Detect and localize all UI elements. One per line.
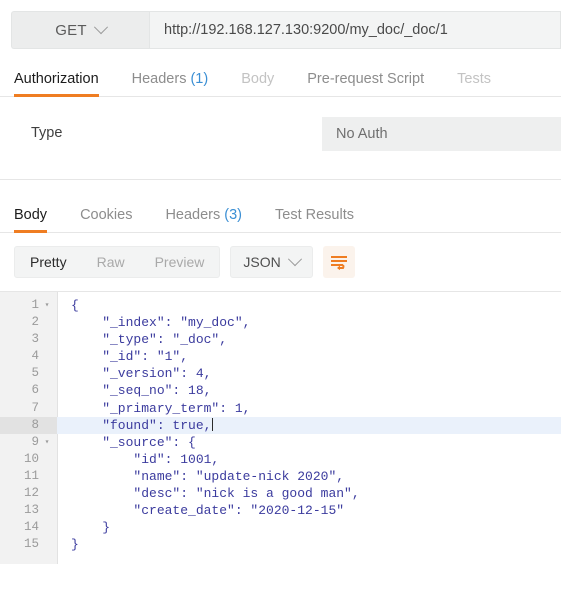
- request-tab-pre-request-script[interactable]: Pre-request Script: [307, 71, 424, 96]
- code-line: 15}: [0, 536, 561, 553]
- code-line: 3 "_type": "_doc",: [0, 331, 561, 348]
- request-tab-headers[interactable]: Headers (1): [132, 71, 209, 96]
- code-line-text: "_id": "1",: [71, 349, 189, 365]
- code-line: 6 "_seq_no": 18,: [0, 382, 561, 399]
- view-mode-preview[interactable]: Preview: [140, 247, 220, 277]
- word-wrap-toggle-button[interactable]: [322, 246, 355, 278]
- code-line: 14 }: [0, 519, 561, 536]
- line-number: 11: [23, 468, 39, 483]
- line-number: 6: [31, 383, 39, 398]
- code-line-text: "_index": "my_doc",: [71, 315, 251, 331]
- code-line: 12 "desc": "nick is a good man",: [0, 485, 561, 502]
- code-line-text: "_primary_term": 1,: [71, 400, 251, 416]
- line-number: 3: [31, 332, 39, 347]
- line-number: 2: [31, 315, 39, 330]
- code-line-text: }: [71, 537, 79, 553]
- code-line: 5 "_version": 4,: [0, 365, 561, 382]
- chevron-down-icon: [287, 252, 302, 267]
- text-cursor: [212, 417, 214, 431]
- tab-count-badge: (1): [186, 71, 209, 87]
- request-tab-body[interactable]: Body: [241, 71, 274, 96]
- code-line-text: "id": 1001,: [71, 451, 220, 467]
- tab-label: Body: [14, 207, 48, 223]
- code-line-text: "found": true,: [71, 417, 214, 433]
- tab-label: Authorization: [14, 71, 99, 87]
- fold-toggle-icon[interactable]: ▾: [42, 434, 52, 451]
- line-number: 1 ▾: [0, 297, 57, 314]
- code-line: 8 "found": true,: [0, 416, 561, 434]
- auth-type-value: No Auth: [336, 126, 388, 142]
- response-tab-cookies[interactable]: Cookies: [80, 207, 132, 232]
- tab-label: Headers: [131, 71, 187, 87]
- line-number: 7: [31, 400, 39, 415]
- word-wrap-icon: [330, 255, 347, 270]
- auth-type-dropdown[interactable]: No Auth: [322, 117, 561, 151]
- response-format-label: JSON: [243, 254, 281, 270]
- tab-label: Tests: [457, 71, 491, 87]
- view-mode-pretty[interactable]: Pretty: [15, 247, 82, 277]
- request-url-bar: GET http://192.168.127.130:9200/my_doc/_…: [0, 0, 561, 60]
- code-line-text: "_type": "_doc",: [71, 332, 228, 348]
- line-number: 10: [23, 451, 39, 466]
- code-lines: 1 ▾{2 "_index": "my_doc", 3 "_type": "_doc…: [0, 292, 561, 553]
- tab-label: Body: [241, 71, 275, 87]
- request-tab-authorization[interactable]: Authorization: [14, 71, 99, 97]
- response-toolbar: Pretty Raw Preview JSON: [0, 233, 561, 291]
- code-line-text: }: [71, 520, 111, 536]
- code-line-text: "create_date": "2020-12-15": [71, 503, 345, 519]
- response-tab-bar: Body Cookies Headers (3) Test Results: [0, 195, 561, 233]
- line-number: 14: [23, 520, 39, 535]
- code-line-text: "name": "update-nick 2020",: [71, 468, 345, 484]
- request-url-input[interactable]: http://192.168.127.130:9200/my_doc/_doc/…: [149, 11, 561, 49]
- line-number: 15: [23, 537, 39, 552]
- response-tab-test-results[interactable]: Test Results: [275, 207, 354, 232]
- authorization-panel: Type No Auth: [0, 97, 561, 180]
- code-line: 2 "_index": "my_doc",: [0, 314, 561, 331]
- http-method-label: GET: [55, 21, 87, 39]
- response-format-dropdown[interactable]: JSON: [230, 246, 313, 278]
- response-tab-body[interactable]: Body: [14, 207, 48, 233]
- line-number: 12: [23, 486, 39, 501]
- code-line: 4 "_id": "1",: [0, 348, 561, 365]
- code-line: 7 "_primary_term": 1,: [0, 400, 561, 417]
- line-number: 13: [23, 503, 39, 518]
- code-line-text: "_version": 4,: [71, 366, 212, 382]
- code-line: 13 "create_date": "2020-12-15": [0, 502, 561, 519]
- code-line: 10 "id": 1001,: [0, 451, 561, 468]
- http-method-dropdown[interactable]: GET: [11, 11, 149, 49]
- request-tab-tests[interactable]: Tests: [457, 71, 491, 96]
- code-line-text: "_source": {: [71, 434, 196, 450]
- fold-toggle-icon[interactable]: ▾: [42, 297, 52, 314]
- code-line: 1 ▾ {: [0, 297, 561, 314]
- code-line-text: "desc": "nick is a good man",: [71, 486, 360, 502]
- response-tab-headers[interactable]: Headers (3): [165, 207, 242, 232]
- auth-type-label: Type: [31, 125, 63, 141]
- response-view-mode-group: Pretty Raw Preview: [14, 246, 221, 278]
- tab-label: Headers: [165, 207, 221, 223]
- response-body-code-viewer[interactable]: 1 ▾{2 "_index": "my_doc", 3 "_type": "_doc…: [0, 291, 561, 564]
- chevron-down-icon: [93, 20, 108, 35]
- code-line: 9 ▾ "_source": {: [0, 434, 561, 451]
- line-number: 4: [31, 349, 39, 364]
- view-mode-raw[interactable]: Raw: [82, 247, 140, 277]
- code-line-text: "_seq_no": 18,: [71, 383, 212, 399]
- tab-label: Cookies: [80, 207, 133, 223]
- line-number: 8: [0, 416, 57, 434]
- tab-count-badge: (3): [220, 207, 243, 223]
- request-tab-bar: Authorization Headers (1) Body Pre-request …: [0, 60, 561, 97]
- tab-label: Pre-request Script: [307, 71, 425, 87]
- line-number: 9 ▾: [0, 434, 57, 451]
- tab-label: Test Results: [275, 207, 354, 223]
- line-number: 5: [31, 366, 39, 381]
- code-line-text: {: [71, 298, 79, 313]
- code-line: 11 "name": "update-nick 2020",: [0, 468, 561, 485]
